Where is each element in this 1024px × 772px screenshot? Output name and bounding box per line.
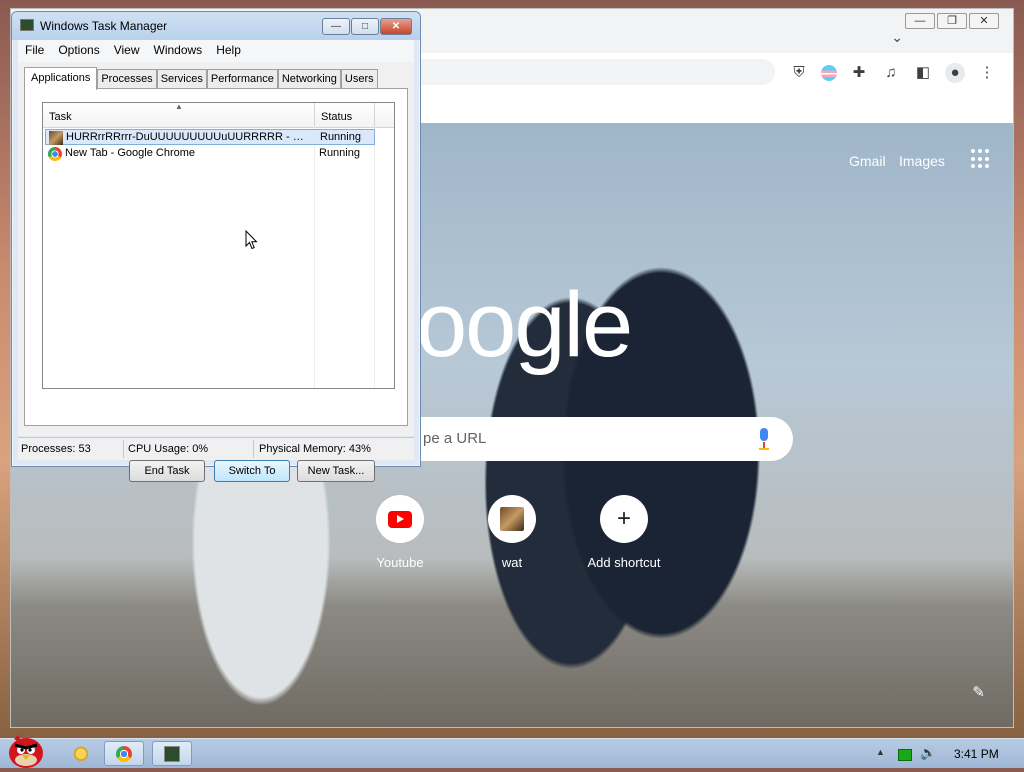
task-name: New Tab - Google Chrome <box>65 147 196 159</box>
network-icon[interactable] <box>898 749 912 761</box>
media-queue-icon[interactable]: ♫ <box>881 63 901 83</box>
google-logo: oogle <box>416 274 633 376</box>
new-task-button[interactable]: New Task... <box>297 460 375 482</box>
status-cpu: CPU Usage: 0% <box>128 443 209 455</box>
task-manager-window: Windows Task Manager — □ ✕ File Options … <box>11 11 421 482</box>
switch-to-button[interactable]: Switch To <box>214 460 290 482</box>
menu-help[interactable]: Help <box>209 40 248 62</box>
task-manager-titlebar[interactable]: Windows Task Manager — □ ✕ <box>12 12 420 40</box>
search-placeholder: pe a URL <box>423 430 487 447</box>
puzzle-extensions-icon[interactable]: ✚ <box>849 63 869 83</box>
images-link[interactable]: Images <box>899 153 945 169</box>
chrome-maximize-button[interactable]: ❐ <box>937 13 967 29</box>
menu-windows[interactable]: Windows <box>147 40 210 62</box>
task-list[interactable]: ▲ Task Status HURRrrRRrrr-DuUUUUUUUUUuUU… <box>42 102 395 389</box>
shortcut-wat[interactable]: wat <box>467 495 557 570</box>
taskbar-task-manager-button[interactable] <box>152 741 192 766</box>
menu-bar: File Options View Windows Help <box>18 40 414 62</box>
google-apps-icon[interactable] <box>971 149 991 169</box>
task-row[interactable]: HURRrrRRrrr-DuUUUUUUUUUuUURRRRR - Googl.… <box>45 129 375 145</box>
tab-users[interactable]: Users <box>340 69 378 88</box>
shortcut-label: wat <box>501 555 523 570</box>
tab-processes[interactable]: Processes <box>97 69 157 88</box>
end-task-button[interactable]: End Task <box>129 460 205 482</box>
task-status: Running <box>320 131 361 143</box>
close-button[interactable]: ✕ <box>380 18 412 35</box>
taskbar-chrome-button[interactable] <box>104 741 144 766</box>
profile-icon[interactable]: ● <box>945 63 965 83</box>
chrome-window-controls: — ❐ ✕ <box>905 13 999 29</box>
chrome-minimize-button[interactable]: — <box>905 13 935 29</box>
chrome-close-button[interactable]: ✕ <box>969 13 999 29</box>
folder-icon <box>73 745 89 761</box>
task-list-header: ▲ Task Status <box>43 102 394 128</box>
menu-options[interactable]: Options <box>51 40 106 62</box>
task-manager-icon <box>164 746 180 762</box>
mic-icon[interactable] <box>757 428 771 450</box>
system-tray: ▲ 🔊 3:41 PM <box>864 739 1024 769</box>
start-button-angry-bird-icon[interactable] <box>4 731 48 769</box>
shortcut-add[interactable]: + Add shortcut <box>579 495 669 570</box>
show-hidden-icons-icon[interactable]: ▲ <box>876 747 885 757</box>
tab-strip: Applications Processes Services Performa… <box>24 67 378 90</box>
tab-services[interactable]: Services <box>156 69 207 88</box>
gmail-link[interactable]: Gmail <box>849 153 886 169</box>
column-header-task[interactable]: Task <box>49 111 72 123</box>
ublock-icon[interactable]: ⛨ <box>789 63 809 83</box>
window-controls: — □ ✕ <box>322 18 412 35</box>
volume-icon[interactable]: 🔊 <box>920 745 936 761</box>
chrome-icon <box>48 147 62 161</box>
task-manager-body: Applications Processes Services Performa… <box>18 62 414 482</box>
status-processes: Processes: 53 <box>21 443 91 455</box>
tab-search-chevron-down-icon[interactable]: ⌄ <box>891 29 903 46</box>
chrome-icon <box>116 746 132 762</box>
minimize-button[interactable]: — <box>322 18 350 35</box>
status-bar: Processes: 53 CPU Usage: 0% Physical Mem… <box>18 437 414 460</box>
plus-icon: + <box>616 505 631 532</box>
clock[interactable]: 3:41 PM <box>954 747 999 761</box>
task-row[interactable]: New Tab - Google Chrome Running <box>45 146 375 162</box>
column-header-status[interactable]: Status <box>321 111 352 123</box>
shortcut-label: Youtube <box>376 555 424 570</box>
status-memory: Physical Memory: 43% <box>259 443 371 455</box>
task-name: HURRrrRRrrr-DuUUUUUUUUUuUURRRRR - Googl.… <box>66 131 310 143</box>
shortcut-youtube[interactable]: Youtube <box>355 495 445 570</box>
toolbar-icons: ⛨ ✚ ♫ ◧ ● ⋮ <box>789 63 997 83</box>
side-panel-icon[interactable]: ◧ <box>913 63 933 83</box>
shortcut-label: Add shortcut <box>587 555 661 570</box>
youtube-icon <box>388 510 412 528</box>
address-bar[interactable] <box>411 59 775 85</box>
wat-thumbnail-icon <box>500 507 524 531</box>
window-title: Windows Task Manager <box>40 19 168 33</box>
kebab-menu-icon[interactable]: ⋮ <box>977 63 997 83</box>
taskbar: ▲ 🔊 3:41 PM <box>0 735 1024 769</box>
menu-view[interactable]: View <box>107 40 147 62</box>
wat-thumbnail-icon <box>49 131 63 145</box>
applications-panel: ▲ Task Status HURRrrRRrrr-DuUUUUUUUUUuUU… <box>24 88 408 482</box>
tab-networking[interactable]: Networking <box>277 69 341 88</box>
pride-flag-icon[interactable] <box>821 65 837 81</box>
mouse-cursor-icon <box>245 229 259 253</box>
task-status: Running <box>319 147 360 159</box>
tab-applications[interactable]: Applications <box>24 67 98 90</box>
customize-pencil-icon[interactable]: ✎ <box>972 683 985 701</box>
sort-arrow-icon: ▲ <box>175 102 183 111</box>
task-manager-icon <box>20 19 34 31</box>
menu-file[interactable]: File <box>18 40 51 62</box>
taskbar-explorer-button[interactable] <box>62 741 102 766</box>
tab-performance[interactable]: Performance <box>206 69 278 88</box>
maximize-button[interactable]: □ <box>351 18 379 35</box>
